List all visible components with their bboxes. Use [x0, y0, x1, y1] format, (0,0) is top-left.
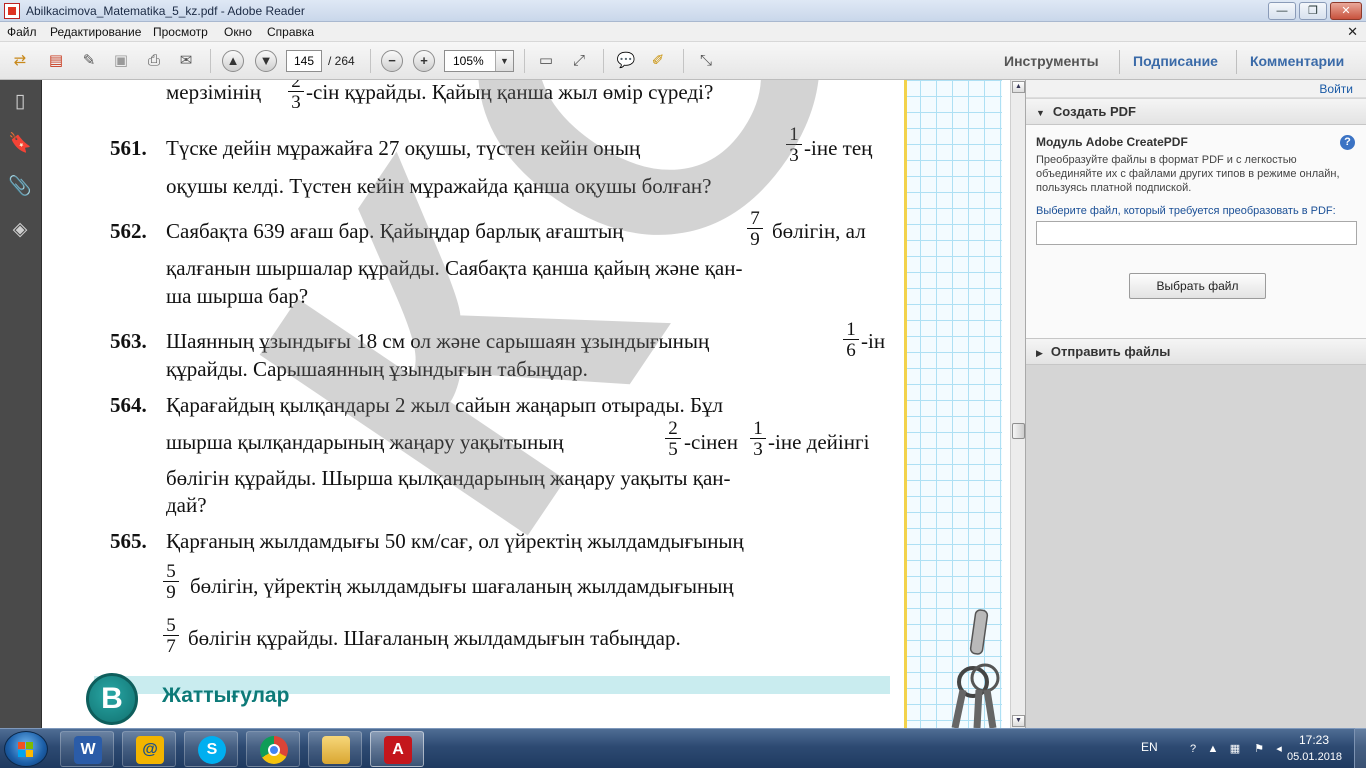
maximize-button[interactable]: ❐ [1299, 2, 1327, 20]
taskbar-chrome[interactable] [246, 731, 300, 767]
action-center-flag-icon[interactable]: ⚑ [1252, 743, 1266, 755]
start-button[interactable] [4, 731, 48, 767]
folder-icon [322, 736, 350, 764]
fullscreen-icon[interactable]: ⤡ [695, 51, 717, 71]
edit-icon[interactable]: ✎ [78, 51, 100, 71]
taskbar-word[interactable]: W [60, 731, 114, 767]
menu-bar: Файл Редактирование Просмотр Окно Справк… [0, 22, 1366, 42]
file-select-label: Выберите файл, который требуется преобра… [1036, 205, 1336, 217]
show-hidden-icons-icon[interactable]: ▲ [1206, 743, 1220, 755]
triangle-down-icon: ▼ [1036, 108, 1045, 118]
navigation-pane: ▯ 🔖 📎 ◈ [0, 80, 42, 728]
back-forward-icon[interactable]: ⇄ [9, 51, 31, 71]
word-icon: W [74, 736, 102, 764]
menu-edit[interactable]: Редактирование [50, 25, 141, 39]
page-total: / 264 [328, 54, 355, 68]
create-pdf-icon[interactable]: ▤ [45, 51, 67, 71]
zoom-in-icon[interactable]: + [413, 50, 435, 72]
title-bar: Abilkacimova_Matematika_5_kz.pdf - Adobe… [0, 0, 1366, 22]
fit-page-icon[interactable]: ▭ [535, 51, 557, 71]
show-desktop-button[interactable] [1354, 728, 1366, 768]
tools-pane: Войти ▼ Создать PDF Модуль Adobe CreatePD… [1025, 80, 1366, 728]
toolbar-divider [524, 49, 525, 73]
adobe-reader-icon: A [384, 736, 412, 764]
layers-icon[interactable]: ◈ [8, 218, 32, 242]
toolbar-divider [1119, 50, 1120, 74]
zoom-value: 105% [453, 54, 484, 68]
create-pdf-section: ▼ Создать PDF Модуль Adobe CreatePDF ? Пр… [1026, 99, 1366, 365]
close-button[interactable]: ✕ [1330, 2, 1362, 20]
volume-icon[interactable]: ◂ [1272, 743, 1286, 755]
vertical-scrollbar[interactable]: ▲ ▼ [1010, 80, 1025, 728]
help-tray-icon[interactable]: ? [1186, 743, 1200, 755]
menu-file[interactable]: Файл [7, 25, 37, 39]
create-pdf-header[interactable]: ▼ Создать PDF [1026, 99, 1366, 125]
watermark-layer: КОПИЯ [42, 80, 1010, 728]
toolbar-divider [210, 49, 211, 73]
file-path-input[interactable] [1036, 221, 1357, 245]
create-pdf-description: Преобразуйте файлы в формат PDF и с легк… [1036, 154, 1340, 194]
network-icon[interactable]: ▦ [1228, 743, 1242, 755]
taskbar-adobe-reader[interactable]: A [370, 731, 424, 767]
toolbar: ⇄ ▤ ✎ ▣ ⎙ ✉ ▲ ▼ 145 / 264 − + 105% ▼ ▭ ⤢… [0, 42, 1366, 80]
create-pdf-title: Модуль Adobe CreatePDF [1036, 135, 1188, 149]
language-indicator[interactable]: EN [1141, 740, 1158, 754]
taskbar-skype[interactable]: S [184, 731, 238, 767]
windows-logo-icon [18, 742, 34, 758]
tools-link[interactable]: Инструменты [1004, 53, 1099, 69]
window-title: Abilkacimova_Matematika_5_kz.pdf - Adobe… [26, 4, 305, 18]
scroll-down-icon[interactable]: ▼ [1012, 715, 1025, 727]
adobe-reader-icon [4, 3, 20, 19]
comment-icon[interactable]: 💬 [615, 51, 637, 71]
skype-icon: S [198, 736, 226, 764]
send-files-header[interactable]: ▶ Отправить файлы [1026, 339, 1366, 365]
menu-window[interactable]: Окно [224, 25, 252, 39]
create-pdf-header-label: Создать PDF [1052, 104, 1136, 119]
clock-date[interactable]: 05.01.2018 [1287, 751, 1342, 763]
create-pdf-body: Модуль Adobe CreatePDF ? Преобразуйте фа… [1026, 125, 1366, 339]
choose-file-button[interactable]: Выбрать файл [1129, 273, 1266, 299]
toolbar-divider [683, 49, 684, 73]
menu-view[interactable]: Просмотр [153, 25, 208, 39]
save-icon[interactable]: ▣ [110, 51, 132, 71]
taskbar-mail[interactable]: @ [122, 731, 176, 767]
pages-icon[interactable]: ▯ [8, 90, 32, 114]
mail-icon: @ [136, 736, 164, 764]
minimize-button[interactable]: — [1268, 2, 1296, 20]
clock-time[interactable]: 17:23 [1299, 733, 1329, 747]
send-files-header-label: Отправить файлы [1050, 344, 1171, 359]
highlight-icon[interactable]: ✐ [647, 51, 669, 71]
page-number-input[interactable]: 145 [286, 50, 322, 72]
toolbar-divider [370, 49, 371, 73]
triangle-right-icon: ▶ [1036, 348, 1043, 358]
close-document-icon[interactable]: ✕ [1347, 24, 1358, 40]
fit-width-icon[interactable]: ⤢ [568, 51, 590, 71]
menu-help[interactable]: Справка [267, 25, 314, 39]
scroll-thumb[interactable] [1012, 423, 1025, 439]
document-view[interactable]: мерзімінің 23 -сін құрайды. Қайың қанша … [42, 80, 1010, 728]
sign-link[interactable]: Подписание [1133, 53, 1218, 69]
taskbar: W @ S A EN ? ▲ ▦ ⚑ ◂ [0, 728, 1366, 768]
zoom-select[interactable]: 105% ▼ [444, 50, 514, 72]
comment-link[interactable]: Комментарии [1250, 53, 1344, 69]
toolbar-divider [1236, 50, 1237, 74]
bookmarks-icon[interactable]: 🔖 [8, 132, 32, 156]
print-icon[interactable]: ⎙ [143, 51, 165, 71]
zoom-out-icon[interactable]: − [381, 50, 403, 72]
chrome-icon [260, 736, 288, 764]
signin-link[interactable]: Войти [1319, 82, 1353, 96]
page-down-icon[interactable]: ▼ [255, 50, 277, 72]
pane-top-bar: Войти [1026, 80, 1366, 98]
help-icon[interactable]: ? [1340, 135, 1355, 150]
watermark: КОПИЯ [152, 80, 1010, 622]
attachments-icon[interactable]: 📎 [8, 175, 32, 199]
chevron-down-icon[interactable]: ▼ [495, 51, 513, 71]
toolbar-divider [603, 49, 604, 73]
taskbar-explorer[interactable] [308, 731, 362, 767]
page-up-icon[interactable]: ▲ [222, 50, 244, 72]
email-icon[interactable]: ✉ [175, 51, 197, 71]
scroll-up-icon[interactable]: ▲ [1012, 81, 1025, 93]
